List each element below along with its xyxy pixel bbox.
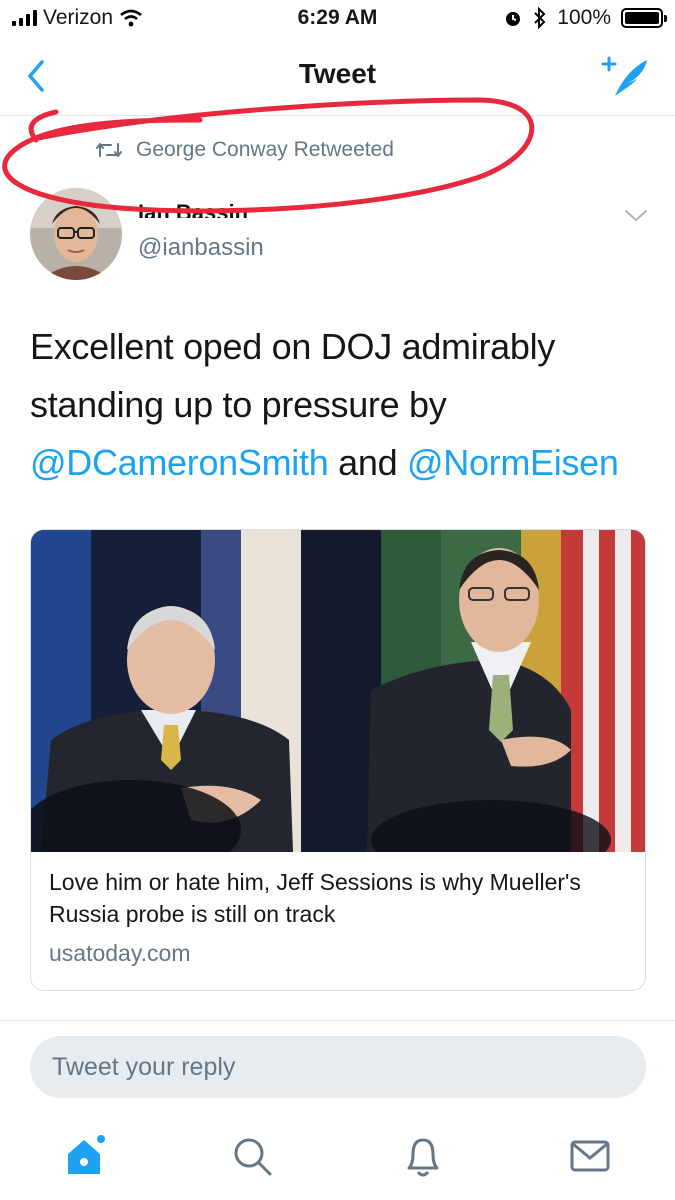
tab-notifications[interactable] [395,1128,451,1184]
chevron-down-icon[interactable] [623,206,649,226]
alarm-icon [506,12,521,26]
battery-percent: 100% [557,6,611,29]
divider [0,1020,675,1021]
tab-search[interactable] [224,1128,280,1184]
notifications-icon [407,1138,439,1177]
messages-icon [570,1140,610,1172]
tab-bar [0,1112,675,1200]
mention-link[interactable]: @NormEisen [407,442,619,483]
page-title: Tweet [298,58,377,89]
author-name[interactable]: Ian Bassin [138,200,248,218]
tweet-detail-screen: Verizon 6:29 AM 100% Tweet George Conway… [0,0,675,1200]
retweet-context-label: George Conway Retweeted [136,138,394,161]
tab-home[interactable] [56,1128,112,1184]
compose-button[interactable] [601,52,651,102]
card-image [31,530,645,852]
bluetooth-icon [534,7,546,29]
search-icon [234,1138,272,1176]
retweet-context[interactable]: George Conway Retweeted [96,138,394,162]
card-domain: usatoday.com [49,940,191,966]
author-handle[interactable]: @ianbassin [138,234,264,262]
avatar-image [30,188,122,280]
status-bar: Verizon 6:29 AM 100% [0,0,675,40]
battery-icon [621,8,667,28]
tweet-text-part: Excellent oped on DOJ admirably standing… [30,326,555,425]
mention-link[interactable]: @DCameronSmith [30,442,329,483]
avatar[interactable] [30,188,122,280]
card-body: Love him or hate him, Jeff Sessions is w… [31,852,645,990]
reply-input[interactable]: Tweet your reply [30,1036,646,1098]
nav-bar: Tweet [0,40,675,116]
retweet-icon [96,143,122,157]
home-icon [68,1135,105,1174]
tweet-text: Excellent oped on DOJ admirably standing… [30,318,650,492]
tweet-text-part: and [328,442,408,483]
reply-placeholder: Tweet your reply [52,1052,236,1081]
status-right-group: 100% [503,6,667,30]
card-title: Love him or hate him, Jeff Sessions is w… [49,869,581,927]
link-card[interactable]: Love him or hate him, Jeff Sessions is w… [30,529,646,991]
tab-messages[interactable] [562,1128,618,1184]
